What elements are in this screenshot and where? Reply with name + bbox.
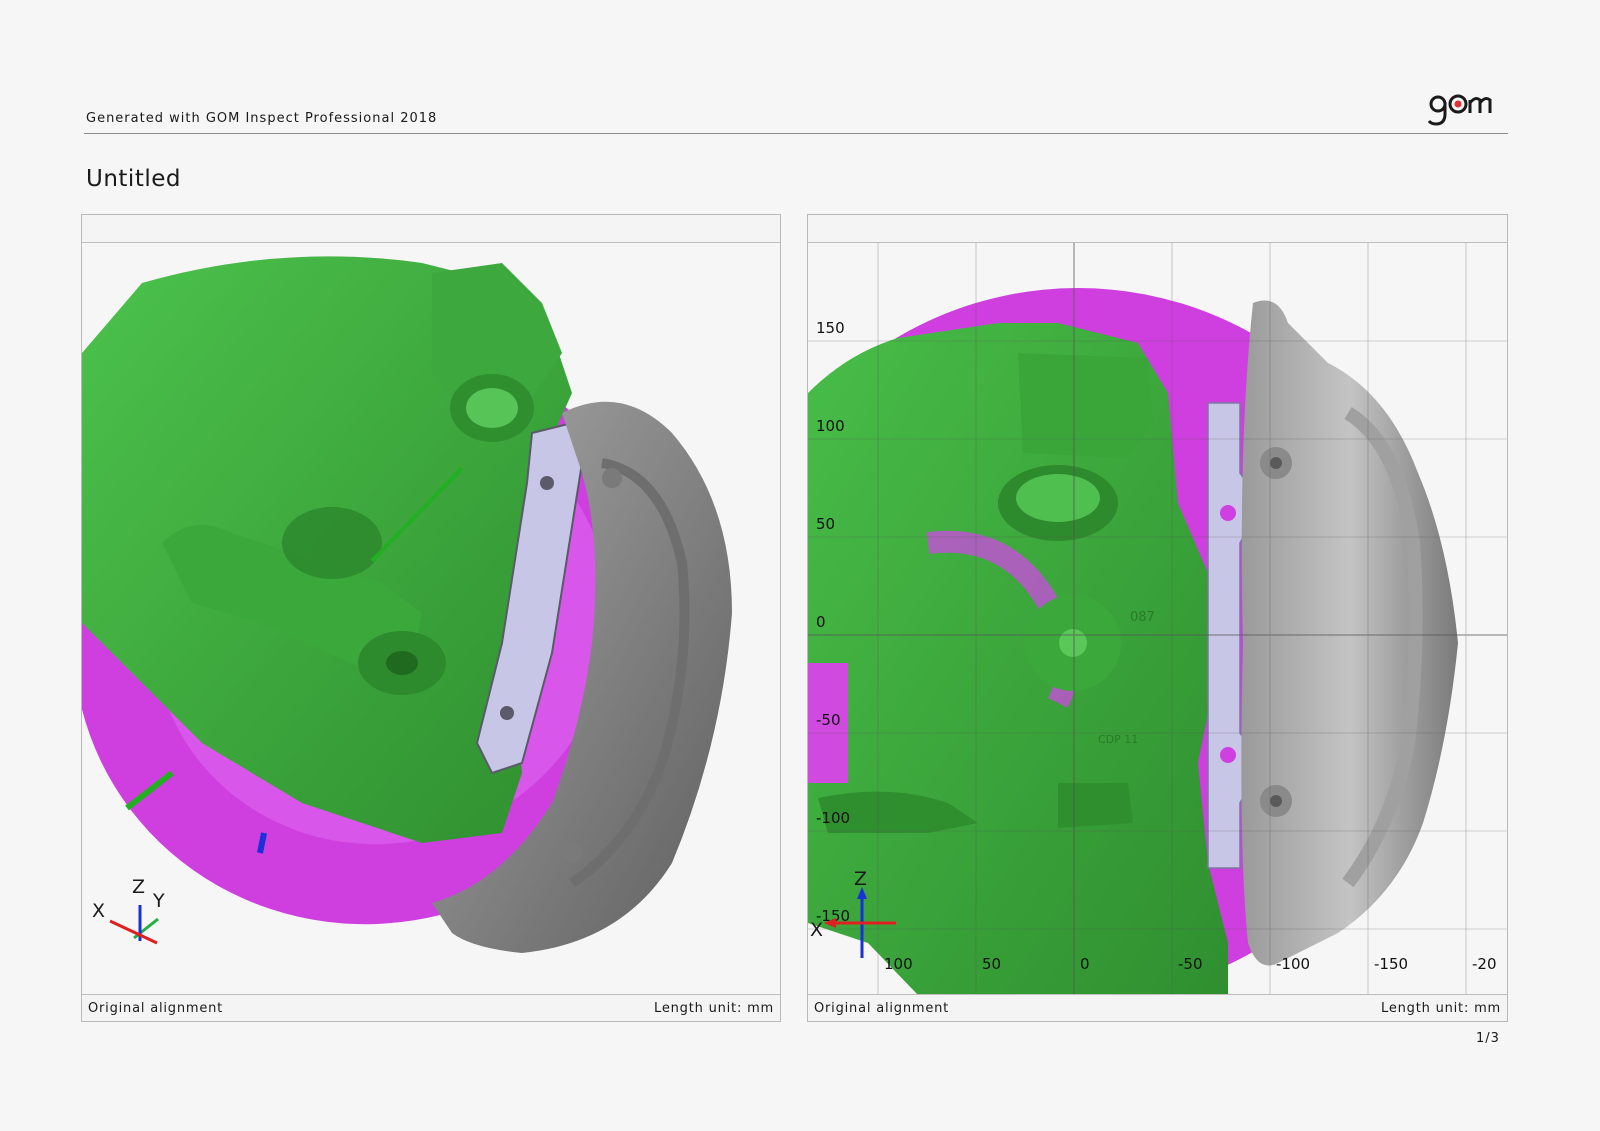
y-tick-label: 0	[816, 613, 826, 631]
header-divider	[84, 133, 1508, 134]
length-unit-label: Length unit: mm	[1381, 1001, 1501, 1016]
x-tick-label: 0	[1080, 955, 1090, 973]
alignment-label: Original alignment	[814, 1001, 950, 1016]
part-marking-087: 087	[1130, 610, 1155, 625]
caliper-shape	[1241, 300, 1458, 966]
x-tick-label: -100	[1276, 955, 1310, 973]
gom-logo	[1427, 84, 1508, 130]
x-tick-label: -50	[1178, 955, 1203, 973]
view-panel-perspective: X Z Y Original alignment Length unit: mm	[81, 214, 781, 1022]
2d-viewport[interactable]: 087 CDP 11 150 100 50 0 -50 -100 -150 10…	[808, 243, 1507, 995]
length-unit-label: Length unit: mm	[654, 1001, 774, 1016]
panel-footer: Original alignment Length unit: mm	[808, 994, 1507, 1021]
x-tick-label: 100	[884, 955, 913, 973]
y-tick-label: 50	[816, 515, 835, 533]
page-title: Untitled	[86, 166, 181, 192]
y-tick-label: -50	[816, 711, 841, 729]
fixture-body-shape	[808, 323, 1228, 995]
axis-label-x: X	[92, 900, 105, 922]
axis-label-x: X	[810, 919, 823, 941]
x-tick-label: -150	[1374, 955, 1408, 973]
axis-label-z: Z	[132, 876, 145, 898]
x-tick-label: -20	[1472, 955, 1497, 973]
axis-label-y: Y	[152, 890, 165, 912]
y-tick-label: 150	[816, 319, 845, 337]
coordinate-triad	[109, 905, 159, 945]
alignment-label: Original alignment	[88, 1001, 224, 1016]
view-panel-orthographic: 087 CDP 11 150 100 50 0 -50 -100 -150 10…	[807, 214, 1508, 1022]
axis-label-z: Z	[854, 868, 867, 890]
panel-header-bar	[82, 215, 780, 243]
y-tick-label: 100	[816, 417, 845, 435]
panel-footer: Original alignment Length unit: mm	[82, 994, 780, 1021]
generator-label: Generated with GOM Inspect Professional …	[86, 111, 438, 126]
part-marking-cdp: CDP 11	[1098, 733, 1138, 746]
panel-header-bar	[808, 215, 1507, 243]
y-tick-label: -100	[816, 809, 850, 827]
x-tick-label: 50	[982, 955, 1001, 973]
3d-viewport[interactable]: X Z Y	[82, 243, 780, 995]
page-number: 1/3	[1476, 1031, 1500, 1046]
